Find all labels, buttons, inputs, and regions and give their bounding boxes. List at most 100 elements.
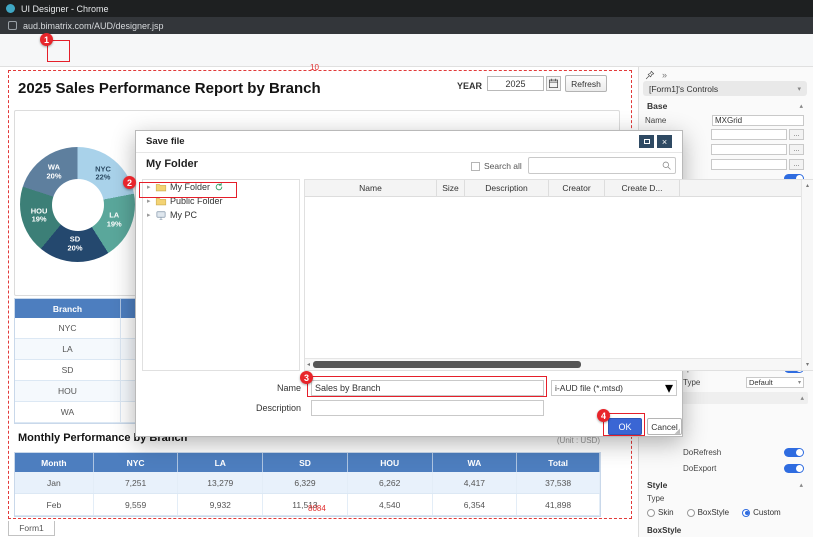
- search-input[interactable]: [532, 161, 661, 171]
- designer-toolbar: [0, 34, 813, 67]
- chevron-up-icon: ▴: [799, 481, 803, 489]
- chevron-down-icon: ▾: [665, 378, 673, 398]
- column-header[interactable]: WA: [433, 453, 518, 472]
- tree-item-my-folder[interactable]: ▸ My Folder: [143, 180, 299, 194]
- ellipsis-button[interactable]: ...: [789, 129, 804, 140]
- prop-input[interactable]: [711, 129, 787, 140]
- column-header[interactable]: Branch: [15, 299, 121, 318]
- radio-icon[interactable]: [687, 509, 695, 517]
- branch-cell: HOU: [15, 381, 121, 401]
- annotation-step-2: 2: [123, 176, 136, 189]
- vertical-scrollbar[interactable]: ▴▾: [801, 180, 813, 370]
- file-name-input[interactable]: [311, 380, 544, 396]
- prop-input[interactable]: [711, 144, 787, 155]
- branch-cell: NYC: [15, 318, 121, 338]
- dorefresh-row: DoRefresh: [642, 445, 810, 459]
- form-tab[interactable]: Form1: [8, 521, 55, 536]
- refresh-button[interactable]: Refresh: [565, 75, 607, 92]
- scroll-left-icon[interactable]: ◂: [307, 361, 310, 368]
- close-icon[interactable]: ×: [657, 135, 672, 148]
- resize-grip[interactable]: ◢: [675, 427, 680, 435]
- collapse-panel-icon[interactable]: »: [662, 70, 667, 80]
- window-titlebar: UI Designer - Chrome: [0, 0, 813, 17]
- ellipsis-button[interactable]: ...: [789, 159, 804, 170]
- radio-option-custom[interactable]: Custom: [742, 508, 781, 517]
- table-cell: 9,932: [178, 494, 263, 515]
- search-all-checkbox[interactable]: [471, 162, 480, 171]
- file-type-select[interactable]: i-AUD file (*.mtsd) ▾: [551, 380, 677, 396]
- prop-input[interactable]: [712, 115, 804, 126]
- radio-icon-selected[interactable]: [742, 509, 750, 517]
- tree-item-my-pc[interactable]: ▸ My PC: [143, 208, 299, 222]
- style-section-header[interactable]: Style ▴: [643, 478, 807, 491]
- annotation-step-3: 3: [300, 371, 313, 384]
- dorefresh-toggle[interactable]: [784, 448, 804, 457]
- list-column-header[interactable]: Description: [465, 180, 549, 196]
- computer-icon: [155, 210, 168, 221]
- column-header[interactable]: NYC: [94, 453, 179, 472]
- donut-slice-label: WA20%: [46, 164, 61, 181]
- radio-label: Skin: [658, 508, 674, 517]
- table-cell: 6,329: [263, 472, 348, 493]
- list-column-header[interactable]: Create D...: [605, 180, 680, 196]
- doexport-toggle[interactable]: [784, 464, 804, 473]
- prop-select[interactable]: Default▾: [746, 377, 804, 388]
- description-field-label: Description: [243, 403, 301, 413]
- ok-button[interactable]: OK: [608, 418, 642, 435]
- table-cell: 11,513: [263, 494, 348, 515]
- radio-option-boxstyle[interactable]: BoxStyle: [687, 508, 730, 517]
- style-type-options: Skin BoxStyle Custom: [647, 508, 809, 517]
- year-input[interactable]: [487, 76, 544, 91]
- ruler-value-top: 10: [310, 63, 319, 72]
- scroll-up-icon[interactable]: ▴: [806, 182, 809, 189]
- prop-input[interactable]: [711, 159, 787, 170]
- tree-item-label: My Folder: [170, 182, 210, 192]
- list-column-header[interactable]: Creator: [549, 180, 605, 196]
- radio-option-skin[interactable]: Skin: [647, 508, 674, 517]
- table-cell: 4,540: [348, 494, 433, 515]
- controls-panel-header[interactable]: [Form1]'s Controls ▾: [643, 81, 807, 96]
- donut-slice-label: LA19%: [107, 212, 122, 229]
- expand-icon[interactable]: ▸: [147, 197, 155, 205]
- refresh-icon[interactable]: [214, 182, 224, 192]
- ellipsis-button[interactable]: ...: [789, 144, 804, 155]
- tree-item-label: My PC: [170, 210, 197, 220]
- list-column-header[interactable]: Size: [437, 180, 465, 196]
- base-section-header[interactable]: Base ▴: [643, 99, 807, 112]
- table-cell: 4,417: [433, 472, 518, 493]
- donut-slice-label: SD20%: [67, 236, 82, 253]
- file-type-value: i-AUD file (*.mtsd): [555, 383, 665, 393]
- column-header[interactable]: SD: [263, 453, 348, 472]
- column-header[interactable]: Total: [517, 453, 600, 472]
- maximize-icon[interactable]: [639, 135, 654, 148]
- name-field-label: Name: [256, 383, 301, 393]
- pin-icon[interactable]: [645, 70, 655, 80]
- column-header[interactable]: HOU: [348, 453, 433, 472]
- search-icon[interactable]: [661, 160, 672, 171]
- dialog-folder-title: My Folder: [146, 158, 198, 170]
- list-column-header[interactable]: Name: [305, 180, 437, 196]
- scrollbar-thumb[interactable]: [313, 361, 581, 368]
- unit-label: (Unit : USD): [450, 436, 600, 445]
- boxstyle-label: BoxStyle: [647, 526, 681, 535]
- scroll-down-icon[interactable]: ▾: [806, 361, 809, 368]
- calendar-button[interactable]: [546, 76, 561, 91]
- column-header[interactable]: LA: [178, 453, 263, 472]
- calendar-icon: [548, 78, 559, 89]
- branch-cell: LA: [15, 339, 121, 359]
- tree-item-public-folder[interactable]: ▸Public Folder: [143, 194, 299, 208]
- column-header[interactable]: Month: [15, 453, 94, 472]
- expand-icon[interactable]: ▸: [147, 211, 155, 219]
- expand-icon[interactable]: ▸: [147, 183, 155, 191]
- dialog-titlebar: Save file ×: [136, 131, 682, 153]
- prop-row: Name: [642, 113, 810, 128]
- description-input[interactable]: [311, 400, 544, 416]
- table-cell: Feb: [15, 494, 94, 515]
- save-file-dialog: Save file × My Folder Search all ▸My Fol…: [135, 130, 683, 437]
- window-title: UI Designer - Chrome: [21, 4, 109, 14]
- donut-slice-label: NYC22%: [95, 165, 111, 182]
- horizontal-scrollbar[interactable]: ◂: [305, 358, 801, 370]
- url-bar[interactable]: aud.bimatrix.com/AUD/designer.jsp: [0, 17, 813, 34]
- table-cell: 13,279: [178, 472, 263, 493]
- radio-icon[interactable]: [647, 509, 655, 517]
